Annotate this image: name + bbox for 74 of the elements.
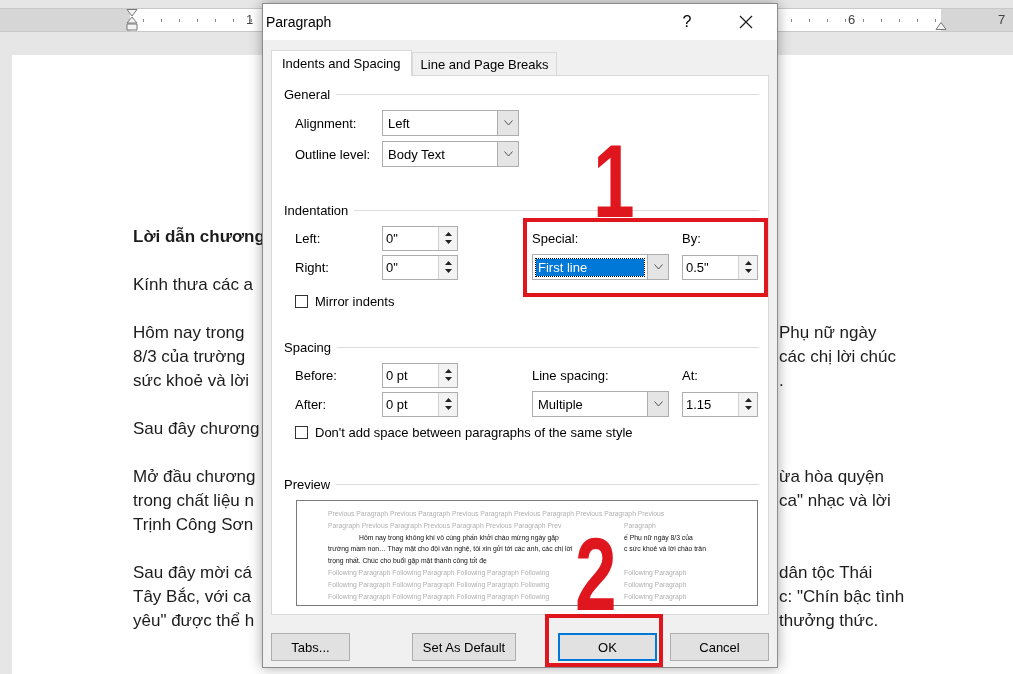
spin-field[interactable]: 0.5": [682, 254, 758, 280]
dropdown[interactable]: Body Text: [382, 141, 519, 167]
dropdown[interactable]: Left: [382, 110, 519, 136]
document-text: ca" nhạc và lời: [779, 491, 891, 510]
document-text: sức khoẻ và lời: [133, 371, 250, 390]
checkbox-label: Mirror indents: [315, 293, 395, 309]
document-text: Mở đầu chương: [133, 467, 256, 486]
dropdown[interactable]: First line: [532, 254, 669, 280]
document-text: .: [779, 371, 784, 390]
document-text: Trịnh Công Sơn: [133, 515, 254, 534]
document-text: Kính thưa các a: [133, 275, 254, 294]
section-title: Preview: [284, 476, 331, 492]
spin-field[interactable]: 0 pt: [382, 362, 458, 388]
chevron-down-icon: [503, 120, 513, 126]
ruler-number: 1: [246, 12, 254, 27]
spin-arrows-icon: [443, 230, 453, 246]
dropdown[interactable]: Multiple: [532, 391, 669, 417]
spin-arrows-icon: [443, 396, 453, 412]
checkbox[interactable]: [295, 425, 308, 439]
field-label: Line spacing:: [532, 367, 610, 383]
document-text: c: "Chín bậc tình: [779, 587, 905, 606]
chevron-down-icon: [653, 401, 663, 407]
section-title: General: [284, 86, 331, 102]
chevron-down-icon: [503, 151, 513, 157]
tab[interactable]: Line and Page Breaks: [411, 52, 558, 75]
tab[interactable]: Indents and Spacing: [271, 50, 412, 76]
field-label: At:: [682, 367, 699, 383]
spin-field[interactable]: 1.15: [682, 391, 758, 417]
checkbox[interactable]: [295, 294, 308, 308]
field-label: By:: [682, 230, 702, 246]
dialog-title: Paragraph: [265, 14, 333, 30]
document-text: Sau đây chương: [133, 419, 260, 438]
dialog-button[interactable]: OK: [558, 633, 657, 661]
document-text: Phụ nữ ngày: [779, 323, 877, 342]
field-label: Right:: [295, 259, 330, 275]
spin-field[interactable]: 0": [382, 254, 458, 280]
right-indent-marker-icon[interactable]: [935, 22, 947, 30]
document-text: yêu" được thể h: [133, 611, 255, 630]
spin-arrows-icon: [743, 259, 753, 275]
field-label: After:: [295, 396, 328, 412]
document-text: Tây Bắc, với ca: [133, 587, 251, 606]
field-label: Special:: [532, 230, 580, 246]
document-text: ừa hòa quyện: [779, 467, 884, 486]
chevron-down-icon: [653, 264, 663, 270]
indent-marker-icon[interactable]: [126, 9, 138, 34]
close-icon: [739, 15, 753, 29]
document-text: trong chất liệu n: [133, 491, 254, 510]
step-number: 2: [575, 536, 617, 612]
spin-field[interactable]: 0 pt: [382, 391, 458, 417]
document-text: các chị lời chúc: [779, 347, 896, 366]
field-label: Alignment:: [295, 115, 358, 131]
field-label: Outline level:: [295, 146, 372, 162]
document-text: Sau đây mời cá: [133, 563, 252, 582]
spin-field[interactable]: 0": [382, 225, 458, 251]
help-button[interactable]: ?: [667, 7, 707, 37]
dialog-button[interactable]: Cancel: [670, 633, 769, 661]
ruler-number: 6: [848, 12, 856, 27]
dialog-button[interactable]: Set As Default: [412, 633, 516, 661]
dialog-button[interactable]: Tabs...: [271, 633, 350, 661]
spin-arrows-icon: [443, 259, 453, 275]
checkbox-label: Don't add space between paragraphs of the same style: [315, 424, 633, 440]
ruler-number: 7: [998, 12, 1006, 27]
document-text: thưởng thức.: [779, 611, 879, 630]
document-text: 8/3 của trường: [133, 347, 246, 366]
spin-arrows-icon: [743, 396, 753, 412]
document-text: Hôm nay trong: [133, 323, 245, 342]
field-label: Before:: [295, 367, 338, 383]
step-number: 1: [593, 143, 635, 219]
ruler-margin: [941, 9, 1013, 31]
section-title: Indentation: [284, 202, 349, 218]
field-label: Left:: [295, 230, 322, 246]
section-title: Spacing: [284, 339, 331, 355]
spin-arrows-icon: [443, 367, 453, 383]
document-text: dân tộc Thái: [779, 563, 873, 582]
